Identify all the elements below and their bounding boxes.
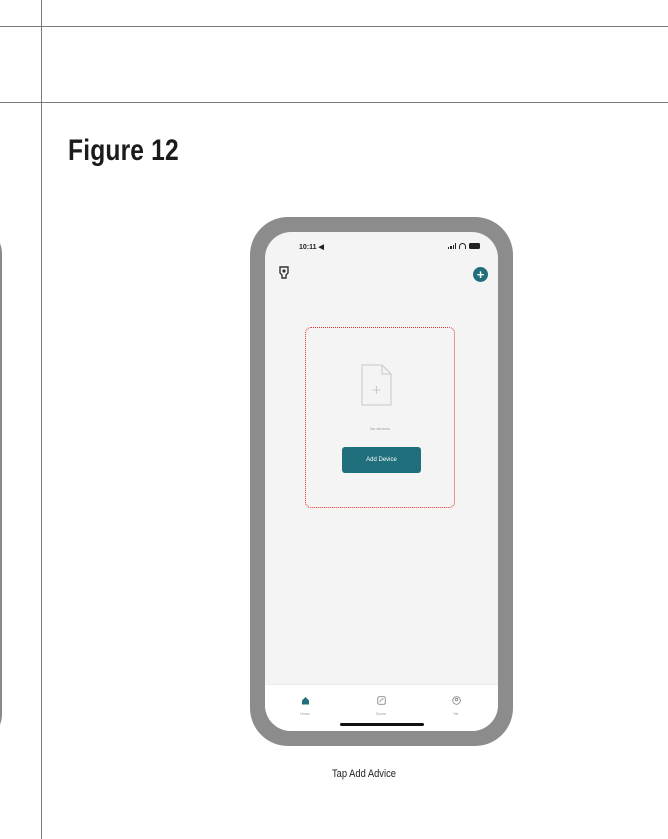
tab-home[interactable]: Home	[285, 692, 325, 716]
figure-caption: Tap Add Advice	[332, 768, 396, 780]
tab-bar: Home Scene Me	[265, 684, 498, 731]
status-icons	[448, 243, 480, 249]
home-logo-icon[interactable]	[277, 265, 291, 281]
wifi-icon	[459, 243, 466, 249]
signal-icon	[448, 243, 456, 249]
battery-icon	[469, 243, 480, 249]
add-device-button[interactable]: Add Device	[342, 447, 421, 473]
home-indicator	[340, 723, 424, 726]
table-row-divider	[0, 26, 668, 27]
tab-me[interactable]: Me	[436, 692, 476, 716]
tab-label: Home	[300, 712, 310, 716]
figure-title: Figure 12	[68, 134, 179, 167]
table-row-divider	[0, 102, 668, 103]
tab-label: Scene	[376, 712, 386, 716]
empty-state-text: No devices	[370, 426, 390, 431]
adjacent-phone-illustration	[0, 224, 2, 744]
add-device-plus-icon[interactable]: +	[473, 267, 488, 282]
table-column-divider	[41, 0, 42, 839]
empty-document-icon	[361, 364, 392, 406]
home-icon	[301, 697, 309, 705]
phone-screen: 10:11 ◀ + No devices Add Device Home Sce…	[265, 232, 498, 731]
profile-icon	[451, 696, 461, 705]
status-time: 10:11 ◀	[299, 244, 324, 251]
tab-label: Me	[453, 712, 459, 716]
highlight-box	[305, 327, 455, 508]
phone-mockup: 10:11 ◀ + No devices Add Device Home Sce…	[250, 217, 513, 746]
tab-scene[interactable]: Scene	[361, 692, 401, 716]
scene-icon	[376, 696, 386, 705]
